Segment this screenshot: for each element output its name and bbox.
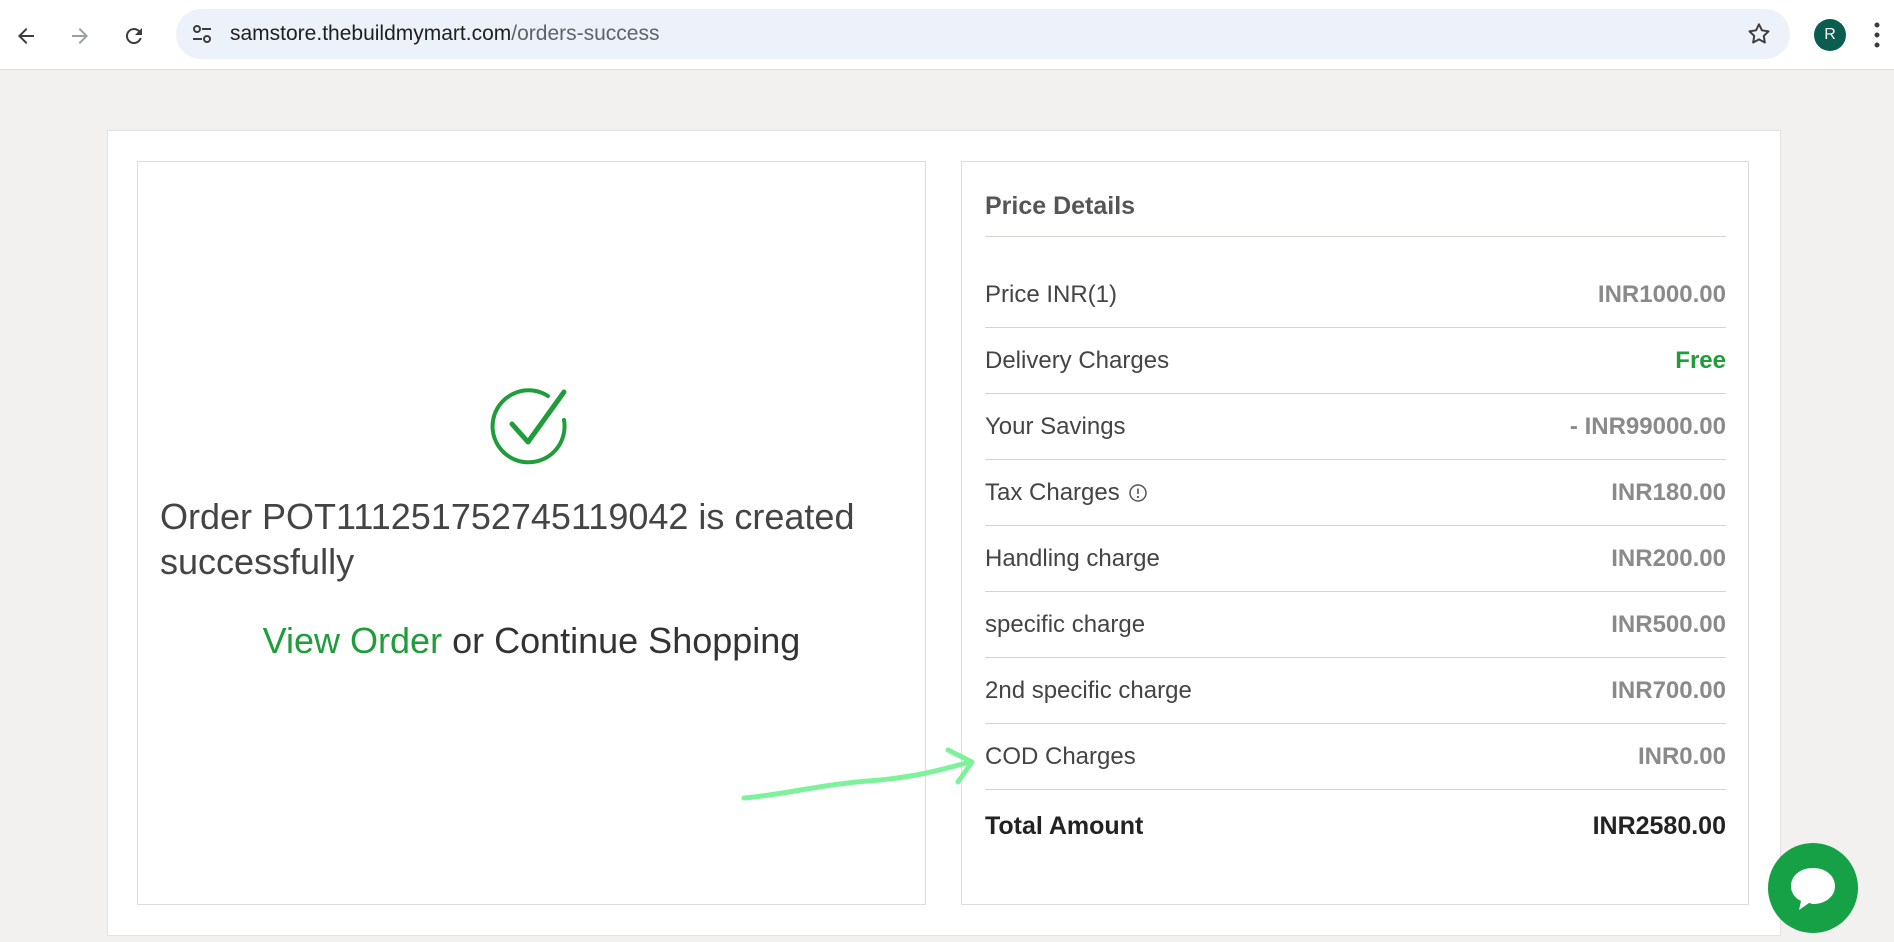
success-check-icon	[490, 388, 567, 465]
total-value: INR2580.00	[1592, 812, 1726, 840]
row-value: INR200.00	[1611, 544, 1726, 572]
address-bar[interactable]: samstore.thebuildmymart.com/orders-succe…	[176, 9, 1790, 59]
divider	[985, 236, 1726, 237]
second-specific-charge-row: 2nd specific charge INR700.00	[985, 658, 1726, 724]
forward-arrow-icon	[72, 28, 88, 44]
star-icon[interactable]	[1746, 21, 1772, 47]
row-label: specific charge	[985, 610, 1146, 638]
back-button[interactable]	[6, 16, 46, 56]
order-actions: View Order or Continue Shopping	[137, 620, 926, 662]
url-host: samstore.thebuildmymart.com	[230, 22, 512, 45]
row-value: INR1000.00	[1597, 280, 1726, 308]
row-label-wrap: Tax Charges	[985, 479, 1148, 507]
tax-charges-row: Tax Charges INR180.00	[985, 460, 1726, 526]
row-value: INR180.00	[1611, 478, 1726, 506]
url-path: /orders-success	[511, 22, 660, 45]
forward-button[interactable]	[60, 16, 100, 56]
row-value: Free	[1675, 346, 1726, 374]
row-value: INR0.00	[1637, 742, 1726, 770]
browser-toolbar: samstore.thebuildmymart.com/orders-succe…	[0, 0, 1894, 70]
reload-button[interactable]	[114, 16, 154, 56]
reload-icon	[125, 28, 142, 45]
price-details-title: Price Details	[985, 192, 1136, 220]
specific-charge-row: specific charge INR500.00	[985, 592, 1726, 658]
delivery-charges-row: Delivery Charges Free	[985, 328, 1726, 394]
savings-row: Your Savings - INR99000.00	[985, 394, 1726, 460]
total-amount-row: Total Amount INR2580.00	[985, 812, 1726, 841]
row-label: COD Charges	[985, 742, 1136, 770]
url-text: samstore.thebuildmymart.com/orders-succe…	[230, 22, 659, 46]
continue-shopping-link[interactable]: Continue Shopping	[494, 620, 800, 661]
row-label: Delivery Charges	[985, 346, 1170, 374]
row-label: Tax Charges	[985, 478, 1120, 506]
or-text: or	[442, 620, 495, 661]
back-arrow-icon	[18, 28, 34, 44]
chat-icon	[1791, 868, 1835, 910]
total-label: Total Amount	[985, 812, 1144, 840]
row-value: INR500.00	[1611, 610, 1726, 638]
info-icon[interactable]	[1128, 483, 1148, 503]
view-order-link[interactable]: View Order	[263, 620, 442, 661]
row-label: Handling charge	[985, 544, 1160, 572]
row-label: Your Savings	[985, 412, 1126, 440]
kebab-menu-icon[interactable]	[1872, 20, 1882, 50]
profile-avatar[interactable]: R	[1814, 19, 1846, 51]
row-value: INR700.00	[1611, 676, 1726, 704]
handling-charge-row: Handling charge INR200.00	[985, 526, 1726, 592]
order-success-message: Order POT111251752745119042 is created s…	[160, 496, 855, 582]
price-row: Price INR(1) INR1000.00	[985, 262, 1726, 328]
row-label: Price INR(1)	[985, 280, 1118, 308]
annotation-arrow-icon	[741, 747, 975, 801]
chat-widget-button[interactable]	[1768, 843, 1858, 933]
site-settings-icon[interactable]	[190, 22, 214, 46]
cod-charges-row: COD Charges INR0.00	[985, 724, 1726, 790]
row-label: 2nd specific charge	[985, 676, 1192, 704]
row-value: - INR99000.00	[1569, 412, 1726, 440]
